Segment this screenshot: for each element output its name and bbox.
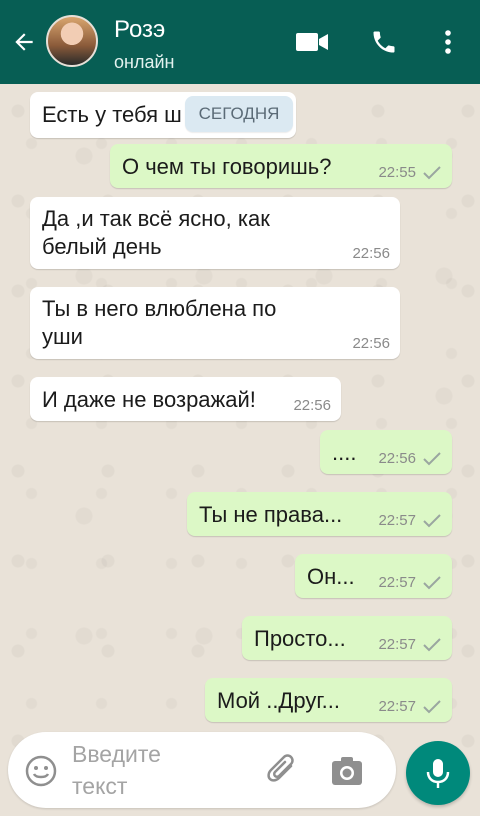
- camera-icon: [332, 757, 362, 785]
- contact-name[interactable]: Розэ: [114, 16, 165, 44]
- attach-button[interactable]: [266, 752, 300, 790]
- message-outgoing[interactable]: Он... 22:57: [295, 554, 452, 598]
- message-time: 22:57: [378, 698, 416, 715]
- message-text-line: Да ,и так всё ясно, как: [42, 206, 270, 231]
- message-time: 22:56: [352, 335, 390, 352]
- message-text-line: белый день: [42, 234, 162, 259]
- message-composer[interactable]: Введите текст: [8, 732, 396, 808]
- chat-header: Розэ онлайн: [0, 0, 480, 84]
- message-time: 22:56: [293, 397, 331, 414]
- message-text-line: Ты в него влюблена по: [42, 296, 277, 321]
- message-time: 22:55: [378, 164, 416, 181]
- message-incoming[interactable]: И даже не возражай! 22:56: [30, 377, 341, 421]
- tick-icon: [423, 576, 441, 590]
- tick-icon: [423, 700, 441, 714]
- message-outgoing[interactable]: Ты не права... 22:57: [187, 492, 452, 536]
- back-arrow-icon: [15, 33, 33, 51]
- message-time: 22:57: [378, 636, 416, 653]
- emoji-icon: [25, 755, 57, 787]
- message-text: О чем ты говоришь?: [122, 154, 332, 179]
- contact-status: онлайн: [114, 52, 175, 72]
- tick-icon: [423, 166, 441, 180]
- message-outgoing[interactable]: О чем ты говоришь? 22:55: [110, 144, 452, 188]
- message-incoming[interactable]: Да ,и так всё ясно, как белый день 22:56: [30, 197, 400, 269]
- tick-icon: [423, 452, 441, 466]
- tick-icon: [423, 638, 441, 652]
- video-call-icon: [296, 33, 328, 51]
- message-time: 22:56: [378, 450, 416, 467]
- message-time: 22:57: [378, 512, 416, 529]
- more-options-button[interactable]: [428, 24, 468, 60]
- tick-icon: [423, 514, 441, 528]
- message-text: Есть у тебя ш: [42, 102, 182, 127]
- message-outgoing[interactable]: Просто... 22:57: [242, 616, 452, 660]
- back-button[interactable]: [8, 24, 40, 60]
- message-text: И даже не возражай!: [42, 387, 256, 412]
- message-text: Он...: [307, 564, 355, 589]
- message-text: ....: [332, 440, 357, 465]
- message-text: Просто...: [254, 626, 346, 651]
- message-outgoing[interactable]: Мой ..Друг... 22:57: [205, 678, 452, 722]
- attach-icon: [267, 754, 294, 782]
- more-vert-icon: [445, 30, 451, 54]
- video-call-button[interactable]: [292, 24, 332, 60]
- message-input[interactable]: Введите текст: [72, 738, 222, 802]
- message-time: 22:56: [352, 245, 390, 262]
- camera-button[interactable]: [330, 754, 364, 788]
- message-text-line: уши: [42, 324, 83, 349]
- date-divider: СЕГОДНЯ: [185, 96, 293, 132]
- message-time: 22:57: [378, 574, 416, 591]
- message-text: Ты не права...: [199, 502, 343, 527]
- message-outgoing[interactable]: .... 22:56: [320, 430, 452, 474]
- emoji-button[interactable]: [24, 754, 58, 788]
- phone-icon: [373, 31, 395, 53]
- message-incoming[interactable]: Ты в него влюблена по уши 22:56: [30, 287, 400, 359]
- avatar[interactable]: [46, 15, 98, 67]
- voice-record-button[interactable]: [406, 741, 470, 805]
- mic-icon: [426, 759, 450, 788]
- message-text: Мой ..Друг...: [217, 688, 340, 713]
- voice-call-button[interactable]: [364, 24, 404, 60]
